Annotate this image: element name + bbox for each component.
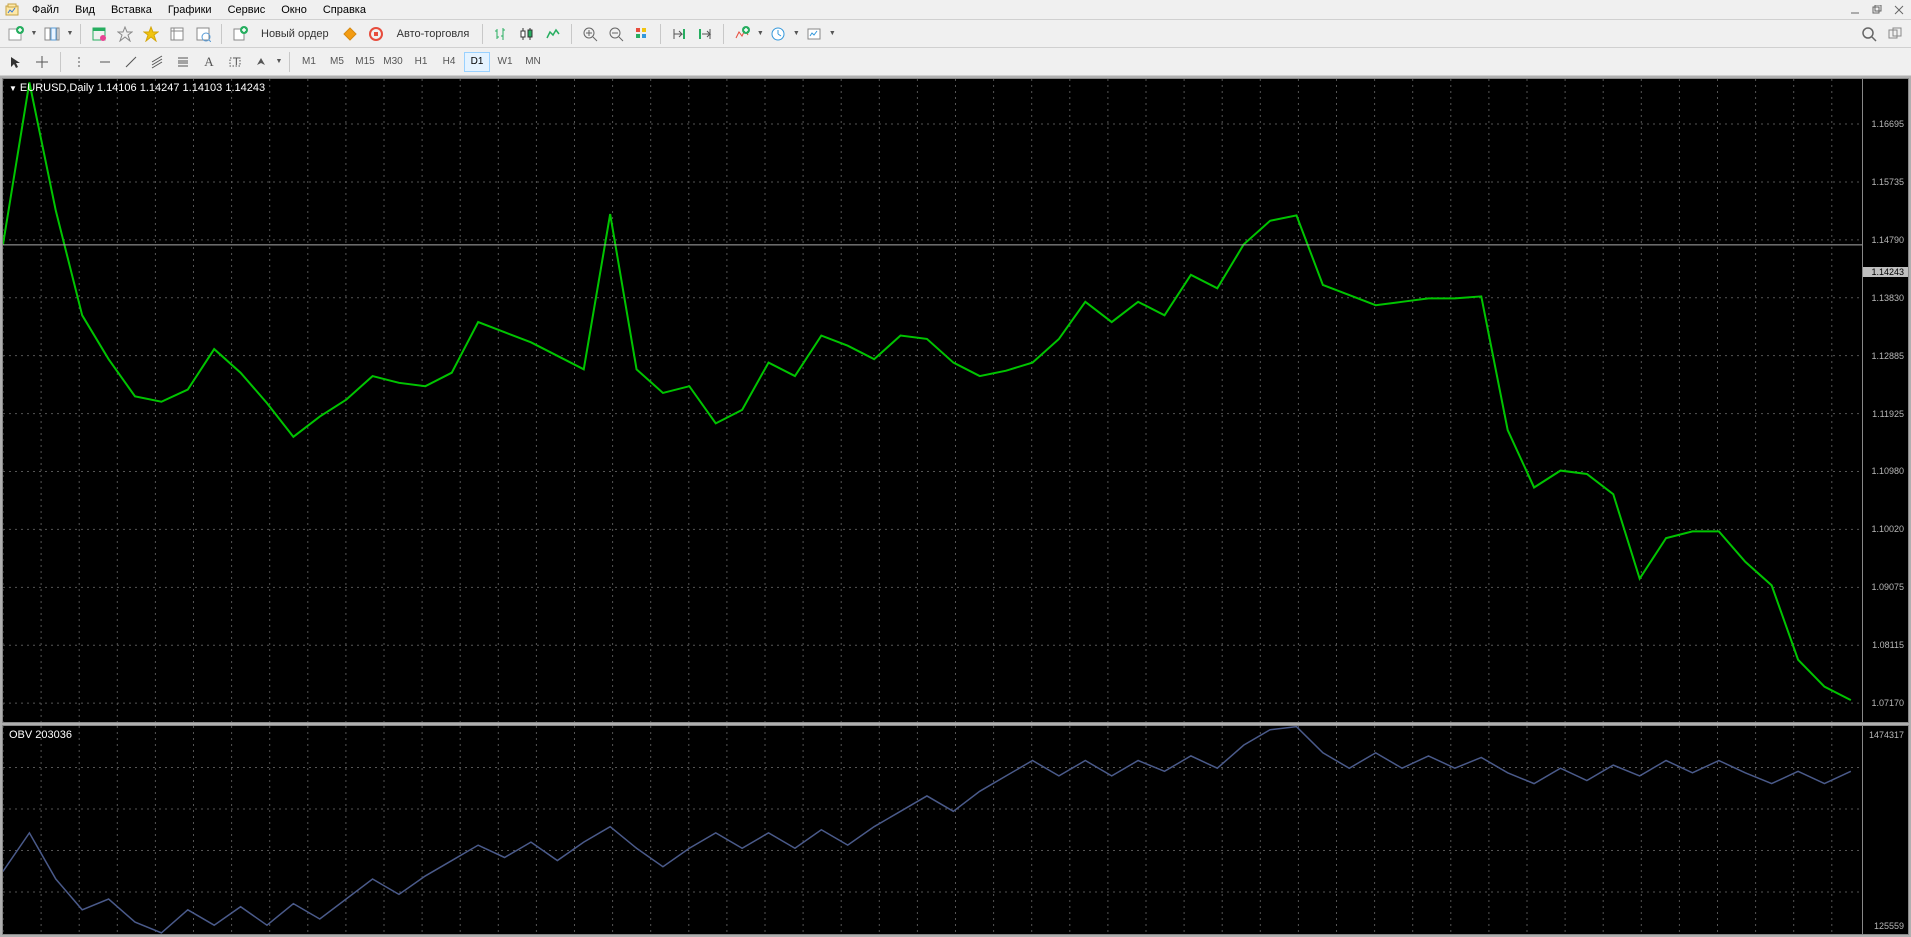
terminal-button[interactable] — [165, 22, 189, 46]
fibonacci-button[interactable] — [171, 50, 195, 74]
close-icon[interactable] — [1889, 2, 1909, 18]
chart-shift-button[interactable] — [667, 22, 691, 46]
market-watch-button[interactable] — [87, 22, 111, 46]
new-chart-dropdown[interactable]: ▼ — [30, 30, 38, 37]
current-price-marker: 1.14243 — [1863, 267, 1908, 277]
timeframe-m1[interactable]: M1 — [296, 52, 322, 72]
price-line — [3, 79, 1908, 722]
periods-dropdown[interactable]: ▼ — [792, 30, 800, 37]
menu-view[interactable]: Вид — [67, 2, 103, 18]
y-tick: 1.08115 — [1872, 640, 1904, 650]
chart-area: ▼ EURUSD,Daily 1.14106 1.14247 1.14103 1… — [0, 76, 1911, 937]
navigator-button[interactable] — [113, 22, 137, 46]
templates-button[interactable] — [802, 22, 826, 46]
crosshair-button[interactable] — [30, 50, 54, 74]
obv-y-axis: 1474317 125559 — [1862, 726, 1908, 934]
menu-service[interactable]: Сервис — [220, 2, 274, 18]
obv-chart-pane[interactable]: OBV 203036 1474317 125559 — [2, 725, 1909, 935]
obv-label: OBV 203036 — [9, 729, 72, 741]
menu-help[interactable]: Справка — [315, 2, 374, 18]
chart-symbol-label: ▼ EURUSD,Daily 1.14106 1.14247 1.14103 1… — [9, 82, 265, 94]
toolbar-drawing: A T ▼ M1 M5 M15 M30 H1 H4 D1 W1 MN — [0, 48, 1911, 76]
trendline-button[interactable] — [119, 50, 143, 74]
horizontal-line-button[interactable] — [93, 50, 117, 74]
app-window: { "menu": { "items": ["Файл","Вид","Вста… — [0, 0, 1911, 937]
timeframe-w1[interactable]: W1 — [492, 52, 518, 72]
new-chart-button[interactable] — [4, 22, 28, 46]
menu-insert[interactable]: Вставка — [103, 2, 160, 18]
templates-dropdown[interactable]: ▼ — [828, 30, 836, 37]
vertical-line-button[interactable] — [67, 50, 91, 74]
timeframe-m15[interactable]: M15 — [352, 52, 378, 72]
menubar: Файл Вид Вставка Графики Сервис Окно Спр… — [0, 0, 1911, 20]
equidistant-button[interactable] — [145, 50, 169, 74]
auto-scroll-button[interactable] — [630, 22, 654, 46]
price-y-axis: 1.16695 1.15735 1.14790 1.13830 1.12885 1.119… — [1862, 79, 1908, 722]
profiles-dropdown[interactable]: ▼ — [66, 30, 74, 37]
profiles-button[interactable] — [40, 22, 64, 46]
autotrade-button[interactable]: Авто-торговля — [390, 22, 477, 46]
y-tick: 1.13830 — [1871, 293, 1904, 303]
strategy-tester-button[interactable] — [191, 22, 215, 46]
y-tick: 1.16695 — [1871, 119, 1904, 129]
y-tick: 125559 — [1874, 921, 1904, 931]
app-icon — [4, 2, 20, 18]
timeframe-h4[interactable]: H4 — [436, 52, 462, 72]
line-chart-button[interactable] — [541, 22, 565, 46]
y-tick: 1.07170 — [1871, 698, 1904, 708]
metaquotes-button[interactable] — [338, 22, 362, 46]
cursor-button[interactable] — [4, 50, 28, 74]
chart-shift-end-button[interactable] — [693, 22, 717, 46]
menu-charts[interactable]: Графики — [160, 2, 220, 18]
arrows-button[interactable] — [249, 50, 273, 74]
y-tick: 1.15735 — [1871, 177, 1904, 187]
y-tick: 1.10020 — [1871, 524, 1904, 534]
timeframe-m30[interactable]: M30 — [380, 52, 406, 72]
data-window-button[interactable] — [139, 22, 163, 46]
timeframe-m5[interactable]: M5 — [324, 52, 350, 72]
chart-menu-icon[interactable]: ▼ — [9, 84, 17, 93]
obv-line — [3, 726, 1908, 934]
y-tick: 1474317 — [1869, 730, 1904, 740]
periods-button[interactable] — [766, 22, 790, 46]
new-order-icon[interactable] — [228, 22, 252, 46]
timeframe-mn[interactable]: MN — [520, 52, 546, 72]
zoom-in-button[interactable] — [578, 22, 602, 46]
candle-chart-button[interactable] — [515, 22, 539, 46]
search-button[interactable] — [1857, 22, 1881, 46]
y-tick: 1.12885 — [1871, 351, 1904, 361]
restore-icon[interactable] — [1867, 2, 1887, 18]
svg-text:T: T — [233, 56, 240, 68]
autotrade-icon[interactable] — [364, 22, 388, 46]
y-tick: 1.11925 — [1872, 409, 1904, 419]
indicators-button[interactable] — [730, 22, 754, 46]
text-label-button[interactable]: T — [223, 50, 247, 74]
bar-chart-button[interactable] — [489, 22, 513, 46]
y-tick: 1.14790 — [1871, 235, 1904, 245]
minimize-icon[interactable] — [1845, 2, 1865, 18]
timeframe-d1[interactable]: D1 — [464, 52, 490, 72]
menu-file[interactable]: Файл — [24, 2, 67, 18]
new-order-button[interactable]: Новый ордер — [254, 22, 336, 46]
toolbar-main: ▼ ▼ Новый ордер Авто-торговля ▼ ▼ ▼ — [0, 20, 1911, 48]
text-button[interactable]: A — [197, 50, 221, 74]
arrows-dropdown[interactable]: ▼ — [275, 58, 283, 65]
indicators-dropdown[interactable]: ▼ — [756, 30, 764, 37]
zoom-out-button[interactable] — [604, 22, 628, 46]
y-tick: 1.10980 — [1871, 466, 1904, 476]
menu-window[interactable]: Окно — [273, 2, 315, 18]
switch-window-button[interactable] — [1883, 22, 1907, 46]
y-tick: 1.09075 — [1871, 582, 1904, 592]
timeframe-h1[interactable]: H1 — [408, 52, 434, 72]
price-chart-pane[interactable]: ▼ EURUSD,Daily 1.14106 1.14247 1.14103 1… — [2, 78, 1909, 723]
